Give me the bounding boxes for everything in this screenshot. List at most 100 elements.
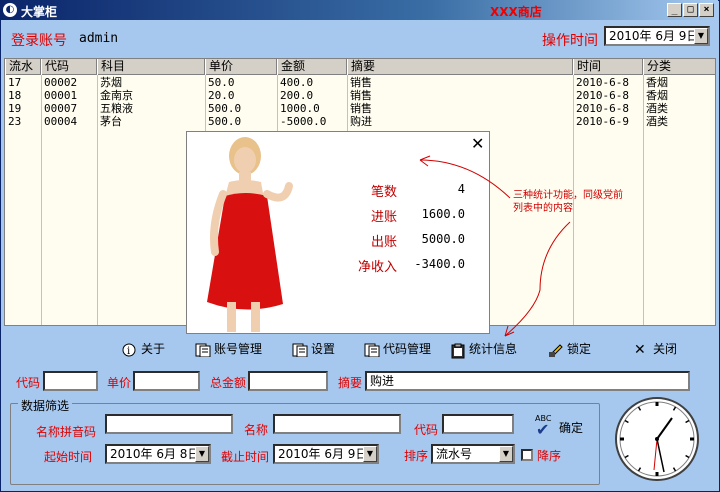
document-icon [195, 343, 211, 357]
cell-time: 2010-6-8 [576, 76, 629, 89]
lock-button[interactable]: 锁定 [548, 340, 591, 358]
name-input[interactable] [273, 414, 401, 434]
start-date-value: 2010年 6月 8日 [110, 447, 200, 461]
code-management-button[interactable]: 代码管理 [364, 340, 431, 358]
name-label: 名称 [244, 423, 269, 437]
descending-label: 降序 [537, 449, 562, 463]
cell-price: 500.0 [208, 102, 242, 115]
statistics-label: 统计信息 [469, 342, 518, 356]
operation-time-value: 2010年 6月 9日 [609, 29, 699, 43]
cell-category: 香烟 [646, 89, 668, 102]
end-time-label: 截止时间 [221, 450, 270, 464]
svg-text:i: i [127, 346, 130, 357]
cell-serial: 19 [8, 102, 22, 115]
pinyin-input[interactable] [105, 414, 233, 434]
login-value: admin [79, 31, 119, 46]
annotation-note: 三种统计功能，同级党前列表中的内容 [513, 190, 623, 214]
maximize-button[interactable]: □ [683, 3, 698, 17]
checkmark-icon: ✔ [536, 420, 550, 439]
table-row[interactable]: 23 00004 茅台 500.0 -5000.0 购进 2010-6-9 酒类 [5, 115, 715, 128]
about-label: 关于 [141, 342, 166, 356]
cell-summary: 销售 [350, 89, 372, 102]
cell-serial: 18 [8, 89, 22, 102]
cell-summary: 销售 [350, 76, 372, 89]
stats-popup: 笔数 4 进账 1600.0 出账 5000.0 净收入 -3400.0 [186, 131, 490, 334]
chevron-down-icon[interactable]: ▼ [195, 446, 209, 462]
income-value: 1600.0 [421, 207, 465, 221]
col-time[interactable]: 时间 [573, 59, 643, 75]
cell-price: 20.0 [208, 89, 235, 102]
settings-button[interactable]: 设置 [292, 340, 335, 358]
filter-code-input[interactable] [442, 414, 514, 434]
statistics-button[interactable]: 统计信息 [450, 340, 517, 358]
col-price[interactable]: 单价 [205, 59, 277, 75]
close-app-button[interactable]: ✕ 关闭 [634, 340, 677, 358]
chevron-down-icon[interactable]: ▼ [694, 28, 708, 44]
operation-time-label: 操作时间 [542, 33, 598, 49]
summary-input[interactable]: 购进 [365, 371, 690, 391]
cell-category: 酒类 [646, 115, 668, 128]
cell-price: 500.0 [208, 115, 242, 128]
table-row[interactable]: 17 00002 苏烟 50.0 400.0 销售 2010-6-8 香烟 [5, 76, 715, 89]
minimize-button[interactable]: _ [667, 3, 682, 17]
col-category[interactable]: 分类 [643, 59, 715, 75]
table-header: 流水 代码 科目 单价 金额 摘要 时间 分类 [5, 59, 715, 75]
pinyin-label: 名称拼音码 [36, 425, 97, 439]
net-income-value: -3400.0 [414, 257, 465, 271]
document-icon [364, 343, 380, 357]
close-popup-icon[interactable]: ✕ [471, 134, 484, 153]
about-button[interactable]: i 关于 [122, 340, 165, 358]
shop-name: XXX商店 [490, 5, 542, 19]
sort-value: 流水号 [436, 447, 473, 461]
cell-subject: 茅台 [100, 115, 122, 128]
cell-time: 2010-6-8 [576, 89, 629, 102]
table-row[interactable]: 19 00007 五粮液 500.0 1000.0 销售 2010-6-8 酒类 [5, 102, 715, 115]
count-value: 4 [457, 182, 465, 196]
total-label: 总金额 [210, 376, 247, 390]
model-photo [207, 137, 293, 332]
cell-summary: 购进 [350, 115, 372, 128]
total-input[interactable] [248, 371, 328, 391]
col-code[interactable]: 代码 [41, 59, 97, 75]
header-bar: 登录账号 admin 操作时间 2010年 6月 9日 ▼ [1, 20, 717, 58]
cell-time: 2010-6-8 [576, 102, 629, 115]
cell-amount: 200.0 [280, 89, 314, 102]
close-app-label: 关闭 [653, 342, 678, 356]
app-icon: ◐ [3, 3, 17, 17]
code-input[interactable] [43, 371, 98, 391]
table-row[interactable]: 18 00001 金南京 20.0 200.0 销售 2010-6-8 香烟 [5, 89, 715, 102]
account-management-button[interactable]: 账号管理 [195, 340, 262, 358]
cell-code: 00004 [44, 115, 78, 128]
cell-serial: 17 [8, 76, 22, 89]
chevron-down-icon[interactable]: ▼ [363, 446, 377, 462]
cell-subject: 金南京 [100, 89, 133, 102]
price-input[interactable] [133, 371, 200, 391]
clock-icon [615, 397, 699, 481]
close-icon: ✕ [634, 341, 646, 358]
cell-category: 酒类 [646, 102, 668, 115]
price-label: 单价 [107, 376, 132, 390]
close-window-button[interactable]: × [699, 3, 714, 17]
cell-amount: -5000.0 [280, 115, 327, 128]
sort-select[interactable]: 流水号 ▼ [431, 444, 515, 464]
col-amount[interactable]: 金额 [277, 59, 347, 75]
cell-code: 00007 [44, 102, 78, 115]
confirm-button[interactable]: ABC ✔ 确定 [533, 414, 593, 439]
cell-amount: 400.0 [280, 76, 314, 89]
pencil-icon [548, 343, 564, 358]
end-date-picker[interactable]: 2010年 6月 9日 ▼ [273, 444, 379, 464]
cell-code: 00002 [44, 76, 78, 89]
cell-serial: 23 [8, 115, 22, 128]
descending-checkbox[interactable] [521, 449, 533, 461]
col-serial[interactable]: 流水 [5, 59, 41, 75]
col-summary[interactable]: 摘要 [347, 59, 573, 75]
operation-time-picker[interactable]: 2010年 6月 9日 ▼ [604, 26, 710, 46]
cell-subject: 五粮液 [100, 102, 133, 115]
sort-label: 排序 [404, 449, 429, 463]
col-subject[interactable]: 科目 [97, 59, 205, 75]
title-bar[interactable]: ◐ 大掌柜 XXX商店 _ □ × [0, 0, 718, 20]
chevron-down-icon[interactable]: ▼ [499, 446, 513, 462]
filter-code-label: 代码 [414, 423, 439, 437]
start-date-picker[interactable]: 2010年 6月 8日 ▼ [105, 444, 211, 464]
cell-category: 香烟 [646, 76, 668, 89]
